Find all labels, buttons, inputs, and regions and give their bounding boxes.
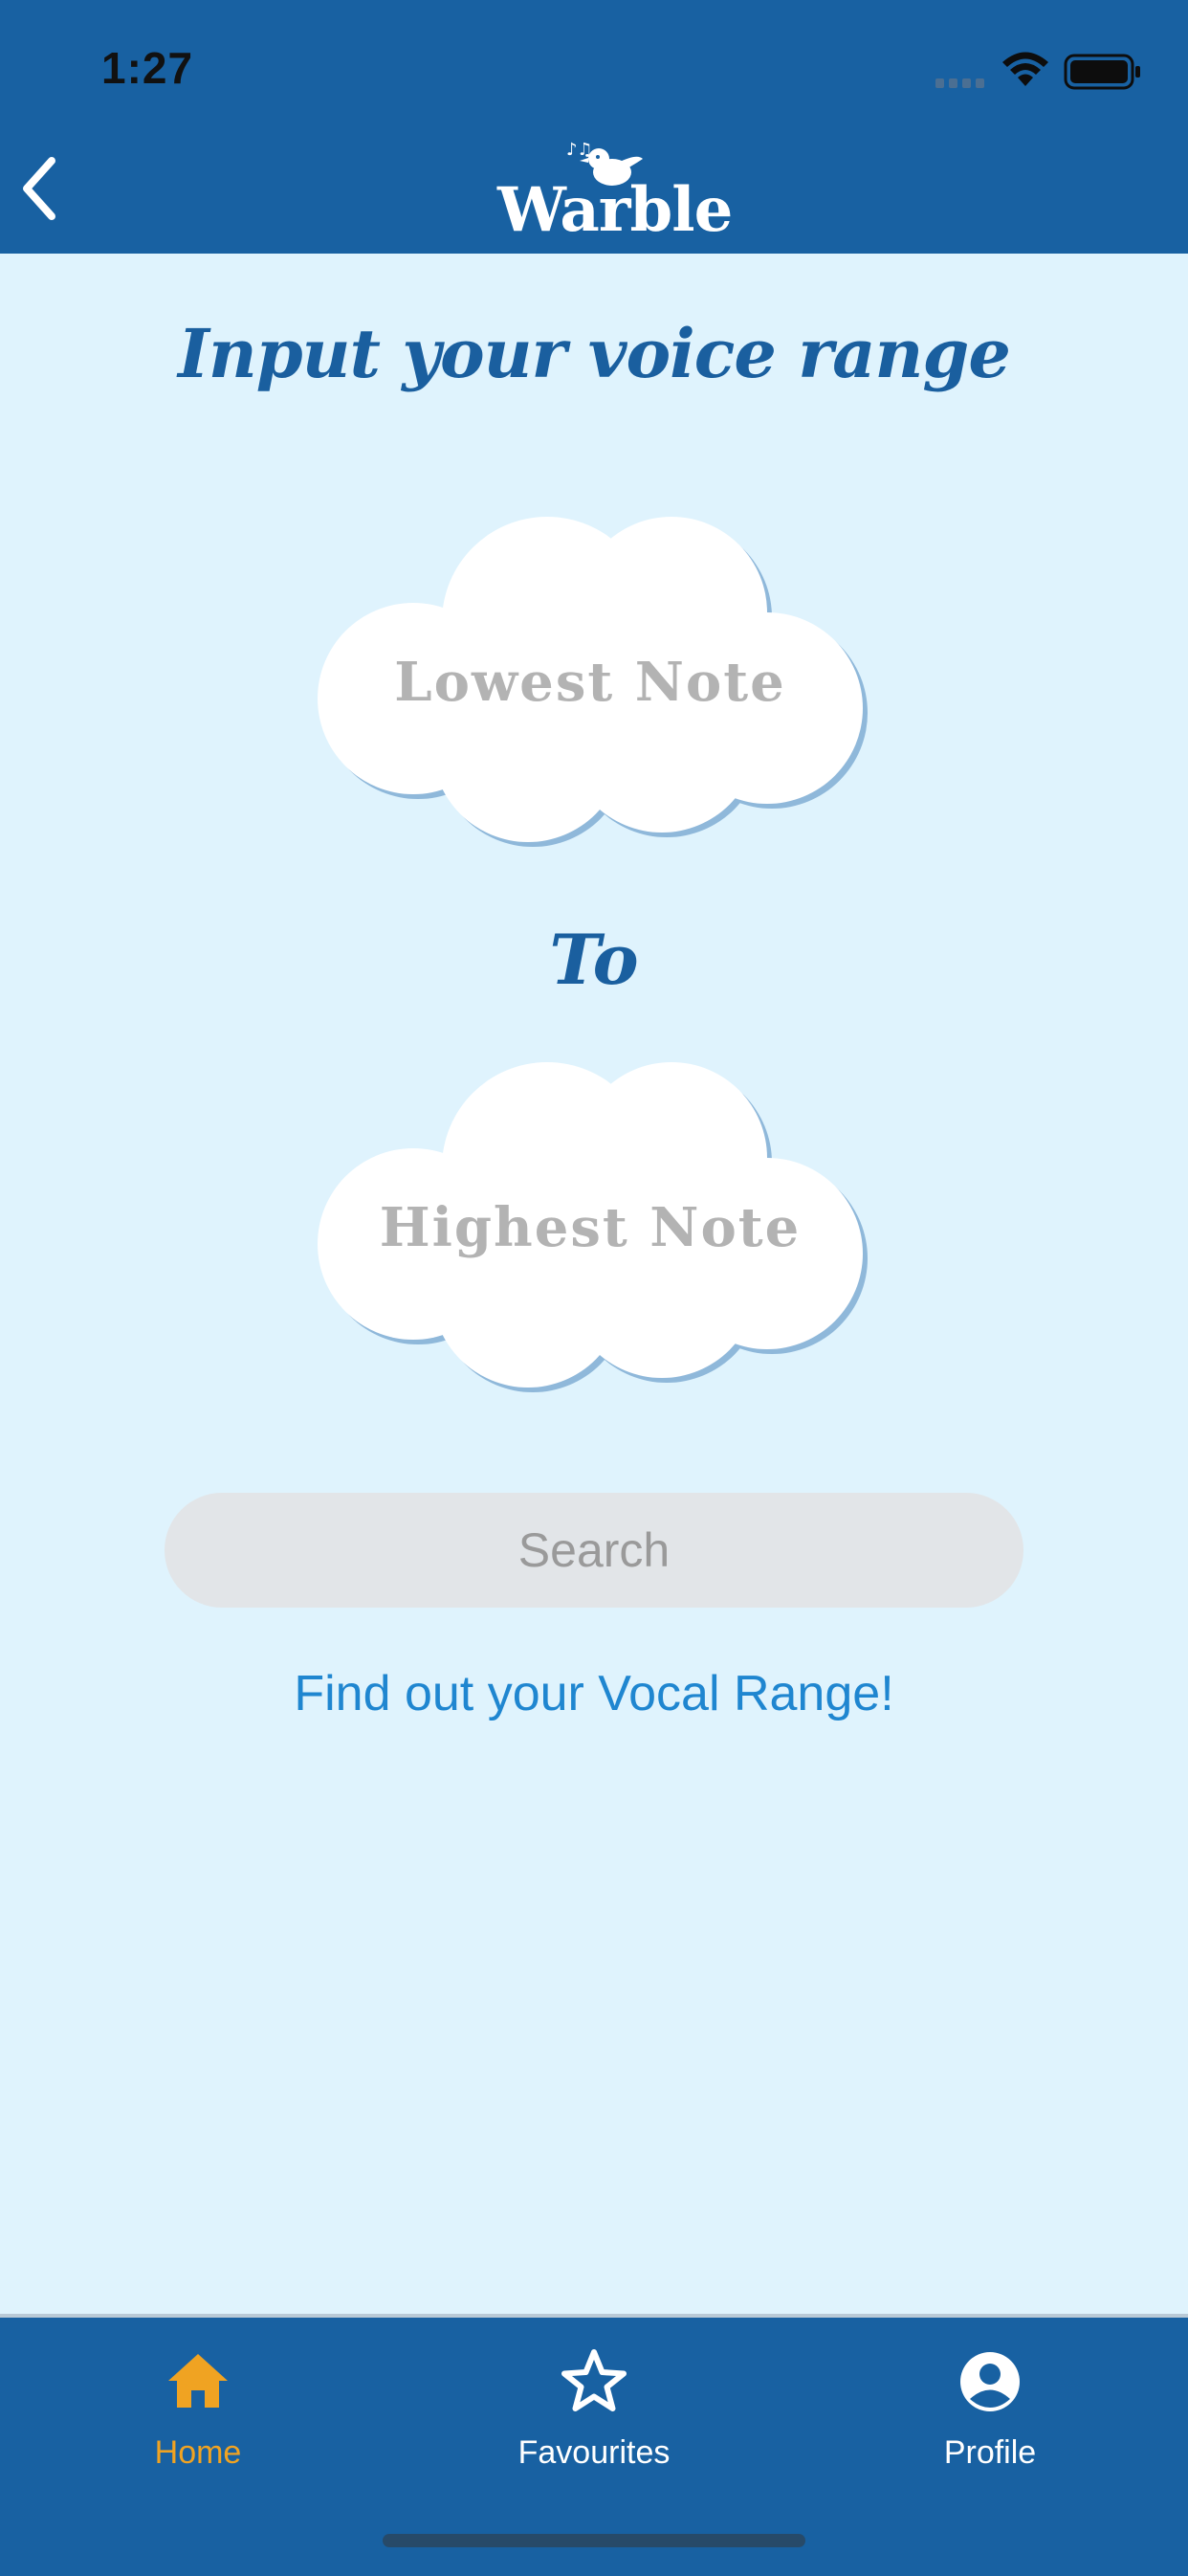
top-bar: 1:27 ♪♫ Warble (0, 0, 1188, 254)
wifi-icon (1002, 52, 1048, 86)
lowest-note-input[interactable]: Lowest Note (318, 507, 872, 852)
back-button[interactable] (13, 153, 71, 224)
highest-note-placeholder: Highest Note (379, 1196, 802, 1259)
tab-profile[interactable]: Profile (792, 2318, 1188, 2509)
profile-icon (960, 2352, 1020, 2411)
find-vocal-range-link[interactable]: Find out your Vocal Range! (0, 1665, 1188, 1722)
tab-home[interactable]: Home (0, 2318, 396, 2509)
home-icon (168, 2354, 228, 2408)
lowest-note-placeholder: Lowest Note (394, 651, 786, 714)
tab-home-label: Home (154, 2434, 242, 2471)
cellular-signal-icon (935, 78, 984, 88)
star-icon (561, 2349, 627, 2411)
chevron-left-icon (23, 157, 55, 220)
search-button[interactable]: Search (165, 1493, 1023, 1608)
battery-icon (1064, 54, 1140, 90)
tab-favourites[interactable]: Favourites (396, 2318, 792, 2509)
logo-text: Warble (497, 174, 733, 246)
tab-profile-label: Profile (943, 2434, 1037, 2471)
status-time: 1:27 (101, 43, 194, 93)
page-title: Input your voice range (178, 314, 1011, 393)
tab-favourites-label: Favourites (517, 2434, 671, 2471)
highest-note-input[interactable]: Highest Note (318, 1053, 872, 1397)
app-logo: ♪♫ Warble (497, 134, 733, 249)
home-indicator (383, 2534, 805, 2547)
to-label: To (549, 919, 639, 1000)
